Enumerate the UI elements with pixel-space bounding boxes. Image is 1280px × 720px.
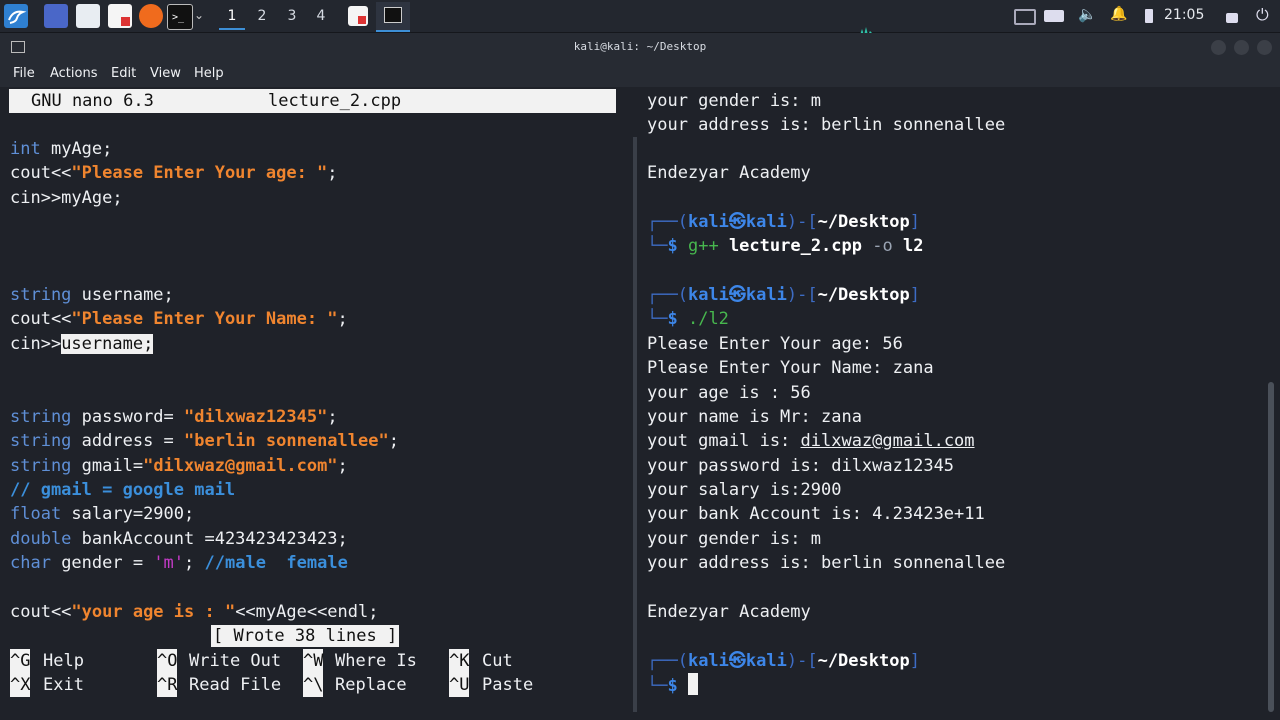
shell-prompt: ┌──(kali㉿kali)-[~/Desktop] (647, 285, 920, 305)
code-line[interactable]: float salary=2900; (10, 502, 194, 526)
shortcut-key: ^K (449, 649, 470, 673)
window-title: kali@kali: ~/Desktop (573, 40, 707, 53)
shortcut-exit[interactable]: Exit (43, 673, 84, 697)
output-line: your password is: dilxwaz12345 (647, 456, 955, 476)
maximize-button[interactable] (1234, 40, 1249, 55)
shell-pane[interactable]: your gender is: m your address is: berli… (640, 87, 1260, 720)
output-line: your age is : 56 (647, 383, 811, 403)
shortcut-key: ^R (157, 673, 178, 697)
terminal-area: GNU nano 6.3 lecture_2.cpp int myAge; cou… (0, 87, 1280, 720)
shell-prompt: ┌──(kali㉿kali)-[~/Desktop] (647, 651, 920, 671)
text-editor-icon[interactable] (108, 4, 132, 28)
output-line: Please Enter Your Name: zana (647, 358, 934, 378)
code-line[interactable]: cin>>myAge; (10, 186, 123, 210)
code-line[interactable]: int myAge; (10, 137, 112, 161)
output-line: your gender is: m (647, 529, 821, 549)
shortcut-read-file[interactable]: Read File (189, 673, 281, 697)
code-line[interactable]: cout<<"Please Enter Your age: "; (10, 161, 338, 185)
power-icon[interactable]: ⏻ (1256, 5, 1269, 25)
shortcut-key: ^G (10, 649, 31, 673)
nano-pane[interactable]: GNU nano 6.3 lecture_2.cpp int myAge; cou… (0, 87, 630, 720)
shortcut-key: ^O (157, 649, 178, 673)
window-titlebar[interactable]: kali@kali: ~/Desktop (0, 33, 1280, 61)
shortcut-write-out[interactable]: Write Out (189, 649, 281, 673)
shortcut-key: ^U (449, 673, 470, 697)
output-line: Please Enter Your age: 56 (647, 334, 903, 354)
taskbar-app-terminal[interactable] (376, 2, 410, 32)
output-line: yout gmail is: dilxwaz@gmail.com (647, 431, 975, 451)
taskbar: >_ ⌄ 1 2 3 4 🔈 🔔 21:05 ⏻ (0, 0, 1280, 35)
menu-actions[interactable]: Actions (50, 66, 98, 81)
shortcut-where-is[interactable]: Where Is (335, 649, 417, 673)
shortcut-cut[interactable]: Cut (482, 649, 513, 673)
shell-input-line[interactable]: └─$ (647, 673, 698, 698)
workspace-2[interactable]: 2 (249, 4, 275, 28)
workspace-4[interactable]: 4 (308, 4, 334, 28)
nano-filename: lecture_2.cpp (268, 91, 402, 111)
output-line: your name is Mr: zana (647, 407, 862, 427)
svg-text:>_: >_ (172, 12, 185, 23)
email-link[interactable]: dilxwaz@gmail.com (801, 431, 975, 451)
output-line: Endezyar Academy (647, 602, 811, 622)
workspace-3[interactable]: 3 (279, 4, 305, 28)
output-line: Endezyar Academy (647, 163, 811, 183)
code-line[interactable]: cout<<"your age is : "<<myAge<<endl; (10, 600, 378, 624)
menu-help[interactable]: Help (194, 66, 224, 81)
shortcut-paste[interactable]: Paste (482, 673, 533, 697)
code-line[interactable]: string password= "dilxwaz12345"; (10, 405, 338, 429)
shortcut-key: ^W (303, 649, 324, 673)
file-manager-icon[interactable] (76, 4, 100, 28)
menu-bar: File Actions Edit View Help (0, 61, 1280, 87)
nano-header: GNU nano 6.3 lecture_2.cpp (9, 89, 616, 113)
code-line[interactable]: char gender = 'm'; //male female (10, 551, 348, 575)
output-line: your address is: berlin sonnenallee (647, 115, 1006, 135)
menu-edit[interactable]: Edit (111, 66, 136, 81)
code-line[interactable]: cin>>username; (10, 332, 154, 356)
minimize-button[interactable] (1211, 40, 1226, 55)
shortcut-key: ^X (10, 673, 31, 697)
battery-icon[interactable] (1145, 9, 1153, 23)
network-graph (860, 20, 1005, 35)
output-line: your address is: berlin sonnenallee (647, 553, 1006, 573)
shortcut-help[interactable]: Help (43, 649, 84, 673)
output-line: your bank Account is: 4.23423e+11 (647, 504, 985, 524)
workspace-1[interactable]: 1 (219, 4, 245, 30)
nano-status-message: [ Wrote 38 lines ] (211, 625, 400, 647)
shell-prompt: ┌──(kali㉿kali)-[~/Desktop] (647, 212, 920, 232)
code-line[interactable]: string address = "berlin sonnenallee"; (10, 429, 399, 453)
nano-version: GNU nano 6.3 (31, 91, 154, 111)
shortcut-replace[interactable]: Replace (335, 673, 407, 697)
close-button[interactable] (1257, 40, 1272, 55)
menu-file[interactable]: File (13, 66, 35, 81)
volume-icon[interactable]: 🔈 (1078, 5, 1097, 25)
camera-icon[interactable] (1044, 10, 1064, 22)
terminal-icon[interactable]: >_ (167, 4, 193, 30)
code-line[interactable]: string username; (10, 283, 174, 307)
kali-menu-icon[interactable] (4, 4, 28, 28)
lock-icon[interactable] (1226, 13, 1238, 23)
code-line[interactable]: double bankAccount =423423423423; (10, 527, 348, 551)
text-selection: username; (61, 334, 154, 354)
desktop-icon[interactable] (44, 4, 68, 28)
shortcut-key: ^\ (303, 673, 324, 697)
text-cursor (687, 673, 698, 695)
output-line: your salary is:2900 (647, 480, 842, 500)
clock[interactable]: 21:05 (1164, 7, 1204, 23)
firefox-icon[interactable] (139, 4, 163, 28)
dropdown-chevron-icon[interactable]: ⌄ (194, 8, 204, 22)
code-line[interactable]: cout<<"Please Enter Your Name: "; (10, 307, 348, 331)
shell-command: └─$ g++ lecture_2.cpp -o l2 (647, 236, 924, 256)
bell-icon[interactable]: 🔔 (1110, 6, 1127, 26)
code-line[interactable]: string gmail="dilxwaz@gmail.com"; (10, 454, 348, 478)
scrollbar[interactable] (1268, 382, 1274, 712)
pane-divider[interactable] (633, 137, 637, 712)
shell-command: └─$ ./l2 (647, 309, 729, 329)
taskbar-app-editor[interactable] (348, 6, 368, 26)
output-line: your gender is: m (647, 91, 821, 111)
code-line[interactable]: // gmail = google mail (10, 478, 235, 502)
network-icon[interactable] (1014, 9, 1036, 25)
menu-view[interactable]: View (150, 66, 181, 81)
